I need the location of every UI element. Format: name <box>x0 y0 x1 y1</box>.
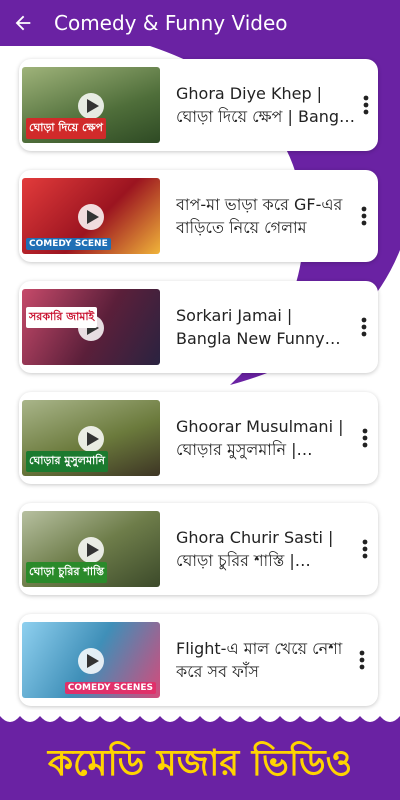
video-card[interactable]: সরকারি জামাই Sorkari Jamai | Bangla New … <box>19 281 378 373</box>
video-thumbnail[interactable]: ঘোড়া দিয়ে ক্ষেপ <box>22 67 160 143</box>
back-button[interactable] <box>0 0 46 46</box>
video-card[interactable]: COMEDY SCENE বাপ-মা ভাড়া করে GF-এর বাড়… <box>19 170 378 262</box>
more-vert-icon <box>361 206 367 226</box>
thumbnail-caption: ঘোড়ার মুসুলমানি <box>26 451 108 472</box>
video-thumbnail[interactable]: ঘোড়ার মুসুলমানি <box>22 400 160 476</box>
play-icon <box>78 93 104 119</box>
page-title: Comedy & Funny Video <box>54 11 288 35</box>
video-title: Ghoorar Musulmani | ঘোড়ার মুসুলমানি | C… <box>176 417 344 459</box>
more-options-button[interactable] <box>358 418 372 458</box>
video-title: Ghora Diye Khep | ঘোড়া দিয়ে ক্ষেপ | Ba… <box>176 84 354 126</box>
thumbnail-caption: COMEDY SCENES <box>64 682 156 694</box>
play-icon <box>78 426 104 452</box>
arrow-left-icon <box>15 15 31 31</box>
more-vert-icon <box>361 317 367 337</box>
more-vert-icon <box>362 428 368 448</box>
video-thumbnail[interactable]: COMEDY SCENES <box>22 622 160 698</box>
more-options-button[interactable] <box>358 529 372 569</box>
video-thumbnail[interactable]: COMEDY SCENE <box>22 178 160 254</box>
more-options-button[interactable] <box>353 640 372 680</box>
video-list[interactable]: ঘোড়া দিয়ে ক্ষেপ Ghora Diye Khep | ঘোড়… <box>0 46 400 710</box>
video-title: Sorkari Jamai | Bangla New Funny Video <box>176 306 325 348</box>
thumbnail-caption: ঘোড়া চুরির শাস্তি <box>26 562 108 583</box>
more-options-button[interactable] <box>357 307 372 347</box>
video-card[interactable]: COMEDY SCENES Flight-এ মাল খেয়ে নেশা কর… <box>19 614 378 706</box>
banner-title: কমেডি মজার ভিডিও <box>47 743 353 784</box>
video-title: বাপ-মা ভাড়া করে GF-এর বাড়িতে নিয়ে গেল… <box>176 195 343 237</box>
play-icon <box>78 204 104 230</box>
play-icon <box>78 537 104 563</box>
video-title: Ghora Churir Sasti | ঘোড়া চুরির শাস্তি … <box>176 528 334 570</box>
video-card[interactable]: ঘোড়ার মুসুলমানি Ghoorar Musulmani | ঘোড… <box>19 392 378 484</box>
thumbnail-caption: COMEDY SCENE <box>26 238 111 250</box>
video-card[interactable]: ঘোড়া দিয়ে ক্ষেপ Ghora Diye Khep | ঘোড়… <box>19 59 378 151</box>
app-bar: Comedy & Funny Video <box>0 0 400 46</box>
more-vert-icon <box>360 650 365 670</box>
bottom-banner: কমেডি মজার ভিডিও <box>0 710 400 800</box>
thumbnail-caption: ঘোড়া দিয়ে ক্ষেপ <box>26 118 106 139</box>
more-options-button[interactable] <box>359 85 372 125</box>
more-options-button[interactable] <box>356 196 372 236</box>
play-icon <box>78 648 104 674</box>
thumbnail-caption: সরকারি জামাই <box>26 307 98 328</box>
more-vert-icon <box>363 95 369 115</box>
video-thumbnail[interactable]: সরকারি জামাই <box>22 289 160 365</box>
scallop-border <box>0 710 400 722</box>
video-card[interactable]: ঘোড়া চুরির শাস্তি Ghora Churir Sasti | … <box>19 503 378 595</box>
more-vert-icon <box>362 539 368 559</box>
video-thumbnail[interactable]: ঘোড়া চুরির শাস্তি <box>22 511 160 587</box>
video-title: Flight-এ মাল খেয়ে নেশা করে সব ফাঁস <box>176 639 343 681</box>
